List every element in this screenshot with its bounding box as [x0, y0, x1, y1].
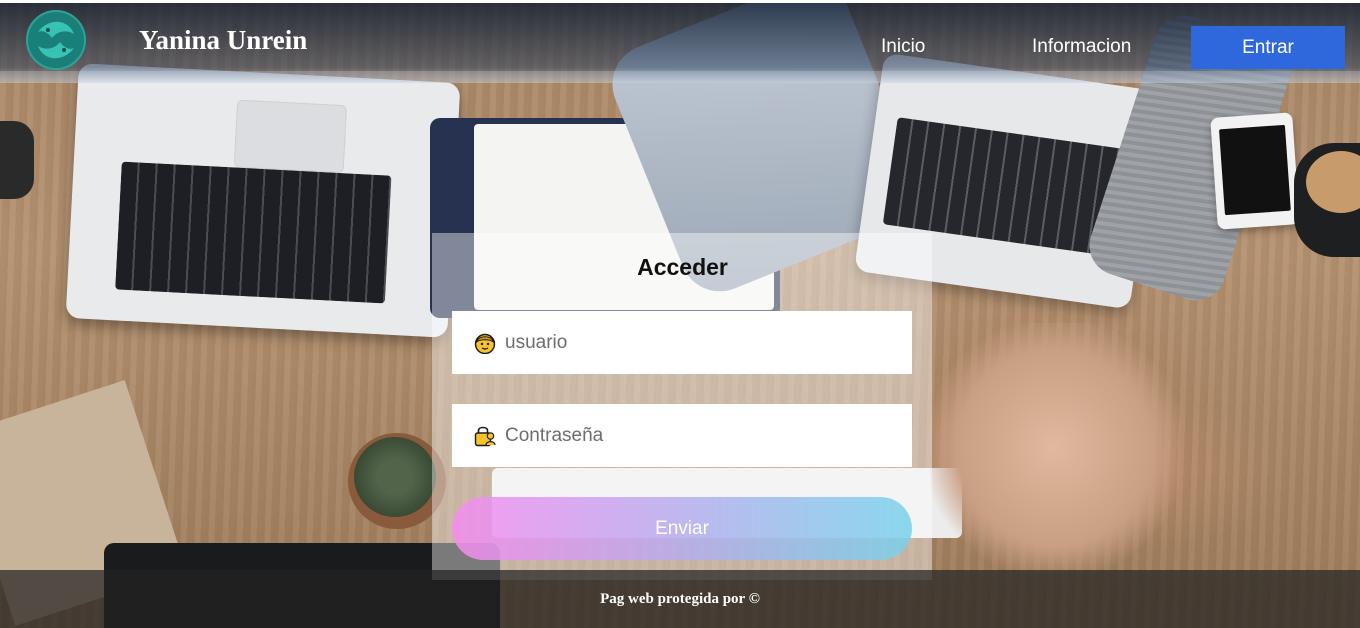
laptop-screen: [233, 99, 348, 174]
background-coffee-cup: [1294, 143, 1360, 257]
password-field[interactable]: [452, 404, 912, 467]
background-phone: [1210, 112, 1300, 230]
login-title: Acceder: [637, 254, 728, 280]
nav-link-inicio[interactable]: Inicio: [881, 36, 925, 58]
entrar-button[interactable]: Entrar: [1191, 26, 1345, 69]
enviar-button[interactable]: Enviar: [452, 497, 912, 560]
top-navbar: Yanina Unrein Inicio Informacion Entrar: [0, 3, 1360, 83]
pisces-fish-logo[interactable]: [24, 8, 88, 72]
laptop-keyboard: [115, 161, 392, 304]
username-field[interactable]: [452, 311, 912, 374]
footer: Pag web protegida por ©: [0, 570, 1360, 628]
user-face-icon: [474, 333, 496, 354]
coffee: [1306, 151, 1360, 213]
navbar-band: [0, 71, 1360, 83]
nav-link-informacion[interactable]: Informacion: [1032, 36, 1131, 58]
lock-user-icon: [474, 426, 496, 446]
background-cup-left: [0, 121, 34, 199]
phone-screen: [1219, 124, 1291, 216]
password-input[interactable]: [505, 424, 885, 447]
cactus: [354, 437, 436, 517]
login-panel: Acceder Enviar: [432, 233, 932, 580]
username-input[interactable]: [505, 331, 885, 354]
footer-copyright: Pag web protegida por ©: [600, 591, 760, 607]
background-hands: [930, 323, 1180, 573]
brand-name: Yanina Unrein: [139, 25, 308, 55]
background-laptop-left: [65, 63, 461, 338]
